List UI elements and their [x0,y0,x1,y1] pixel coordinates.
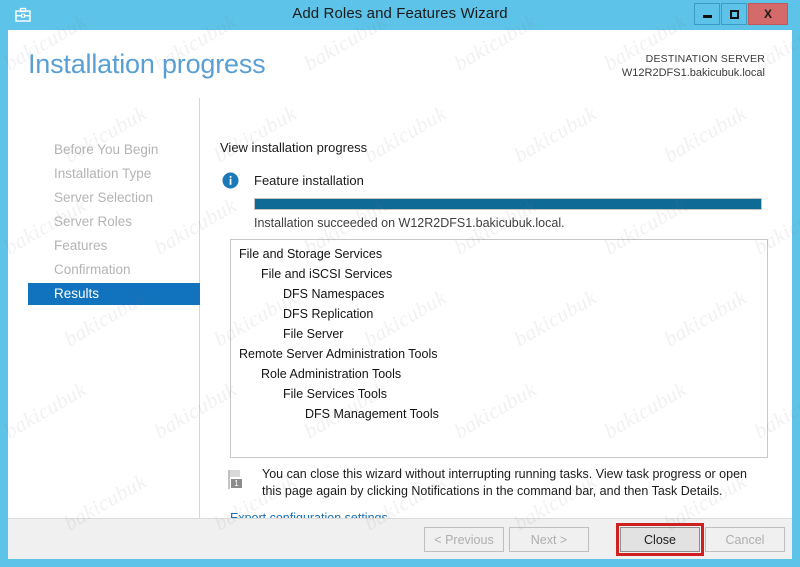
sidebar-item-label: Features [54,238,108,253]
wizard-window: Add Roles and Features Wizard X Installa… [0,0,800,567]
sidebar-item-before-you-begin[interactable]: Before You Begin [28,139,200,161]
destination-server-value: W12R2DFS1.bakicubuk.local [621,67,765,79]
feature-list-item[interactable]: File Server [283,327,343,341]
window-title: Add Roles and Features Wizard [292,5,508,22]
minimize-icon [702,15,712,18]
wizard-footer: < Previous Next > Close Cancel [8,518,792,559]
sidebar-item-label: Server Roles [54,214,133,229]
page-title: Installation progress [28,49,266,79]
flag-icon: 1 [226,468,248,492]
minimize-button[interactable] [694,3,720,25]
previous-button[interactable]: < Previous [424,527,504,552]
sidebar-item-server-roles[interactable]: Server Roles [28,211,200,233]
sidebar-item-label: Confirmation [54,262,131,277]
close-button[interactable]: Close [620,527,700,552]
close-window-button[interactable]: X [748,3,788,25]
installed-features-list[interactable]: File and Storage Services File and iSCSI … [230,239,768,458]
sidebar-item-label: Installation Type [54,166,152,181]
wizard-client-area: Installation progress DESTINATION SERVER… [8,30,792,559]
sidebar-item-server-selection[interactable]: Server Selection [28,187,200,209]
section-heading: View installation progress [220,140,368,155]
notification-note-text: You can close this wizard without interr… [262,467,747,498]
title-bar: Add Roles and Features Wizard X [0,0,800,30]
sidebar-item-label: Server Selection [54,190,154,205]
installation-progress-bar [254,198,762,210]
installation-status-text: Installation succeeded on W12R2DFS1.baki… [254,216,565,230]
feature-list-item[interactable]: DFS Management Tools [305,407,439,421]
feature-list-item[interactable]: File Services Tools [283,387,387,401]
sidebar-item-features[interactable]: Features [28,235,200,257]
feature-list-item[interactable]: File and Storage Services [239,247,382,261]
wizard-body: Before You Begin Installation Type Server … [8,98,792,525]
sidebar-item-confirmation[interactable]: Confirmation [28,259,200,281]
installation-progress-fill [255,199,761,209]
maximize-icon [729,9,739,19]
wizard-content: View installation progress Feature insta… [200,98,792,525]
cancel-button[interactable]: Cancel [705,527,785,552]
next-button[interactable]: Next > [509,527,589,552]
destination-server-label: DESTINATION SERVER [645,53,765,65]
feature-list-item[interactable]: File and iSCSI Services [261,267,392,281]
feature-list-item[interactable]: Role Administration Tools [261,367,401,381]
sidebar-item-installation-type[interactable]: Installation Type [28,163,200,185]
feature-list-item[interactable]: Remote Server Administration Tools [239,347,437,361]
page-header: Installation progress DESTINATION SERVER… [8,30,792,98]
feature-list-item[interactable]: DFS Replication [283,307,373,321]
sidebar-item-label: Results [54,286,100,301]
maximize-button[interactable] [721,3,747,25]
sidebar-item-results[interactable]: Results [28,283,200,305]
svg-text:1: 1 [234,479,239,488]
feature-installation-row: Feature installation [222,172,762,192]
wizard-step-nav: Before You Begin Installation Type Server … [8,98,200,518]
feature-list-item[interactable]: DFS Namespaces [283,287,384,301]
sidebar-item-label: Before You Begin [54,142,159,157]
info-circle-icon [222,172,239,189]
feature-installation-label: Feature installation [254,173,364,188]
